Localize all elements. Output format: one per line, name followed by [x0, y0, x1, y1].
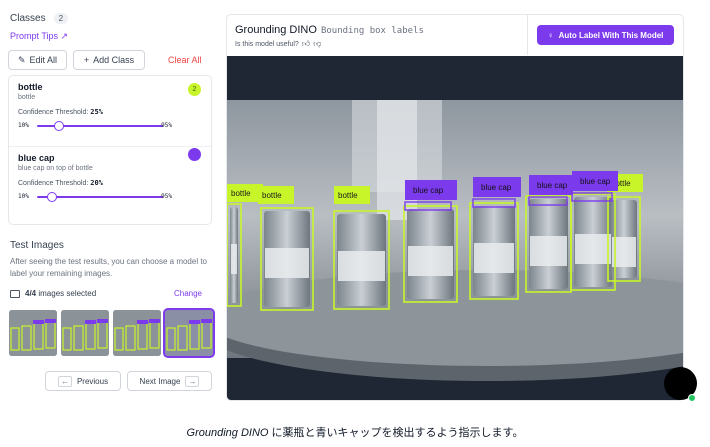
- slider-min: 10%: [18, 122, 29, 129]
- thumbs-up-icon[interactable]: 👍︎: [302, 39, 310, 49]
- bulb-icon: ♀: [547, 30, 554, 40]
- previous-label: Previous: [76, 376, 109, 386]
- test-images-description: After seeing the test results, you can c…: [10, 257, 207, 278]
- useful-question: Is this model useful?: [235, 40, 299, 48]
- slider-handle[interactable]: [54, 121, 65, 131]
- vial-label: [338, 251, 385, 281]
- test-image-thumbnail[interactable]: [61, 310, 109, 356]
- cap-tag-text: blue cap: [413, 186, 444, 195]
- class-item-blue-cap[interactable]: blue cap blue cap on top of bottle Confi…: [9, 146, 211, 204]
- test-images-title: Test Images: [10, 240, 64, 251]
- vial-label: [408, 246, 453, 276]
- cap-tag-text: blue cap: [481, 183, 512, 192]
- threshold-label: Confidence Threshold: 20%: [18, 179, 103, 187]
- figure-caption: Grounding DINO に薬瓶と青いキャップを検出するよう指示します。: [0, 424, 710, 440]
- threshold-value: 25%: [90, 108, 103, 116]
- model-title: Grounding DINO Bounding box labels: [235, 24, 424, 36]
- annotated-image: bottle bottle bottlebottleblue cap blue cap…: [227, 100, 683, 381]
- arrow-right-icon: →: [185, 375, 200, 387]
- bottle-tag-text: bottle: [262, 191, 282, 200]
- slider-handle[interactable]: [46, 192, 57, 202]
- test-image-thumbnail[interactable]: [113, 310, 161, 356]
- classes-count-badge: 2: [53, 13, 69, 24]
- class-name: blue cap: [18, 153, 55, 163]
- change-button[interactable]: Change: [174, 289, 202, 298]
- model-panel: Grounding DINO Bounding box labels Is thi…: [226, 14, 684, 401]
- edit-all-button[interactable]: ✎ Edit All: [8, 50, 67, 70]
- images-selected-row: 4/4 images selected Change: [10, 289, 202, 298]
- next-image-label: Next Image: [139, 376, 181, 386]
- class-color-swatch-bottle[interactable]: 2: [188, 83, 201, 96]
- bottle-tag-text: bottle: [338, 191, 358, 200]
- vial-label: [265, 248, 309, 278]
- caption-text: に薬瓶と青いキャップを検出するよう指示します。: [268, 427, 524, 439]
- bottle-tag-text: bottle: [231, 189, 251, 198]
- model-name: Grounding DINO: [235, 24, 317, 36]
- next-image-button[interactable]: Next Image →: [127, 371, 212, 391]
- prompt-tips-link[interactable]: Prompt Tips ↗: [10, 31, 68, 42]
- slider-min: 10%: [18, 193, 29, 200]
- online-status-dot: [688, 394, 696, 402]
- auto-label-button[interactable]: ♀ Auto Label With This Model: [537, 25, 674, 45]
- classes-header: Classes 2: [10, 13, 69, 24]
- left-panel: Classes 2 Prompt Tips ↗ ✎ Edit All + Add…: [0, 0, 222, 400]
- thumbs-down-icon[interactable]: 👎︎: [313, 39, 321, 49]
- slider-track[interactable]: [37, 121, 163, 131]
- slider-track[interactable]: [37, 192, 163, 202]
- add-class-button[interactable]: + Add Class: [73, 50, 145, 70]
- class-description: bottle: [18, 94, 36, 101]
- cap-tag-text: blue cap: [580, 177, 611, 186]
- vial-label: [474, 243, 514, 273]
- plus-icon: +: [83, 55, 90, 65]
- vial-label: [530, 236, 567, 266]
- class-color-swatch-blue-cap[interactable]: [188, 148, 201, 161]
- header-divider: [527, 15, 528, 55]
- detection-preview: bottle bottle bottle bottle blue cap blue cap…: [227, 56, 683, 400]
- selected-count: 4/4: [25, 289, 37, 298]
- model-feedback: Is this model useful? 👍︎ 👎︎: [235, 39, 321, 49]
- threshold-value: 20%: [90, 179, 103, 187]
- arrow-left-icon: ←: [57, 375, 72, 387]
- edit-all-label: Edit All: [29, 55, 58, 65]
- threshold-label: Confidence Threshold: 25%: [18, 108, 103, 116]
- classes-title: Classes: [10, 13, 46, 24]
- test-image-thumbnail[interactable]: [9, 310, 57, 356]
- threshold-slider-bottle[interactable]: 10% 95%: [18, 119, 202, 133]
- clear-all-button[interactable]: Clear All: [168, 55, 202, 65]
- model-subtitle: Bounding box labels: [320, 26, 424, 36]
- test-image-thumbnail[interactable]: [163, 308, 215, 358]
- vial-label: [575, 234, 611, 264]
- class-name: bottle: [18, 82, 43, 92]
- auto-label-text: Auto Label With This Model: [558, 30, 664, 40]
- class-item-bottle[interactable]: bottle bottle Confidence Threshold: 25% …: [9, 82, 211, 133]
- slider-max: 95%: [161, 193, 172, 200]
- vial-label: [231, 244, 237, 274]
- previous-button[interactable]: ← Previous: [45, 371, 121, 391]
- image-icon: [10, 289, 20, 298]
- slider-max: 95%: [161, 122, 172, 129]
- caption-model-name: Grounding DINO: [186, 427, 269, 439]
- cap-tag-text: blue cap: [537, 181, 568, 190]
- add-class-label: Add Class: [93, 55, 135, 65]
- class-list: bottle bottle Confidence Threshold: 25% …: [8, 75, 212, 225]
- threshold-slider-blue-cap[interactable]: 10% 95%: [18, 190, 202, 204]
- selected-suffix: images selected: [38, 289, 97, 298]
- test-image-thumbnails: [9, 308, 215, 358]
- class-description: blue cap on top of bottle: [18, 165, 93, 172]
- pencil-icon: ✎: [17, 54, 26, 65]
